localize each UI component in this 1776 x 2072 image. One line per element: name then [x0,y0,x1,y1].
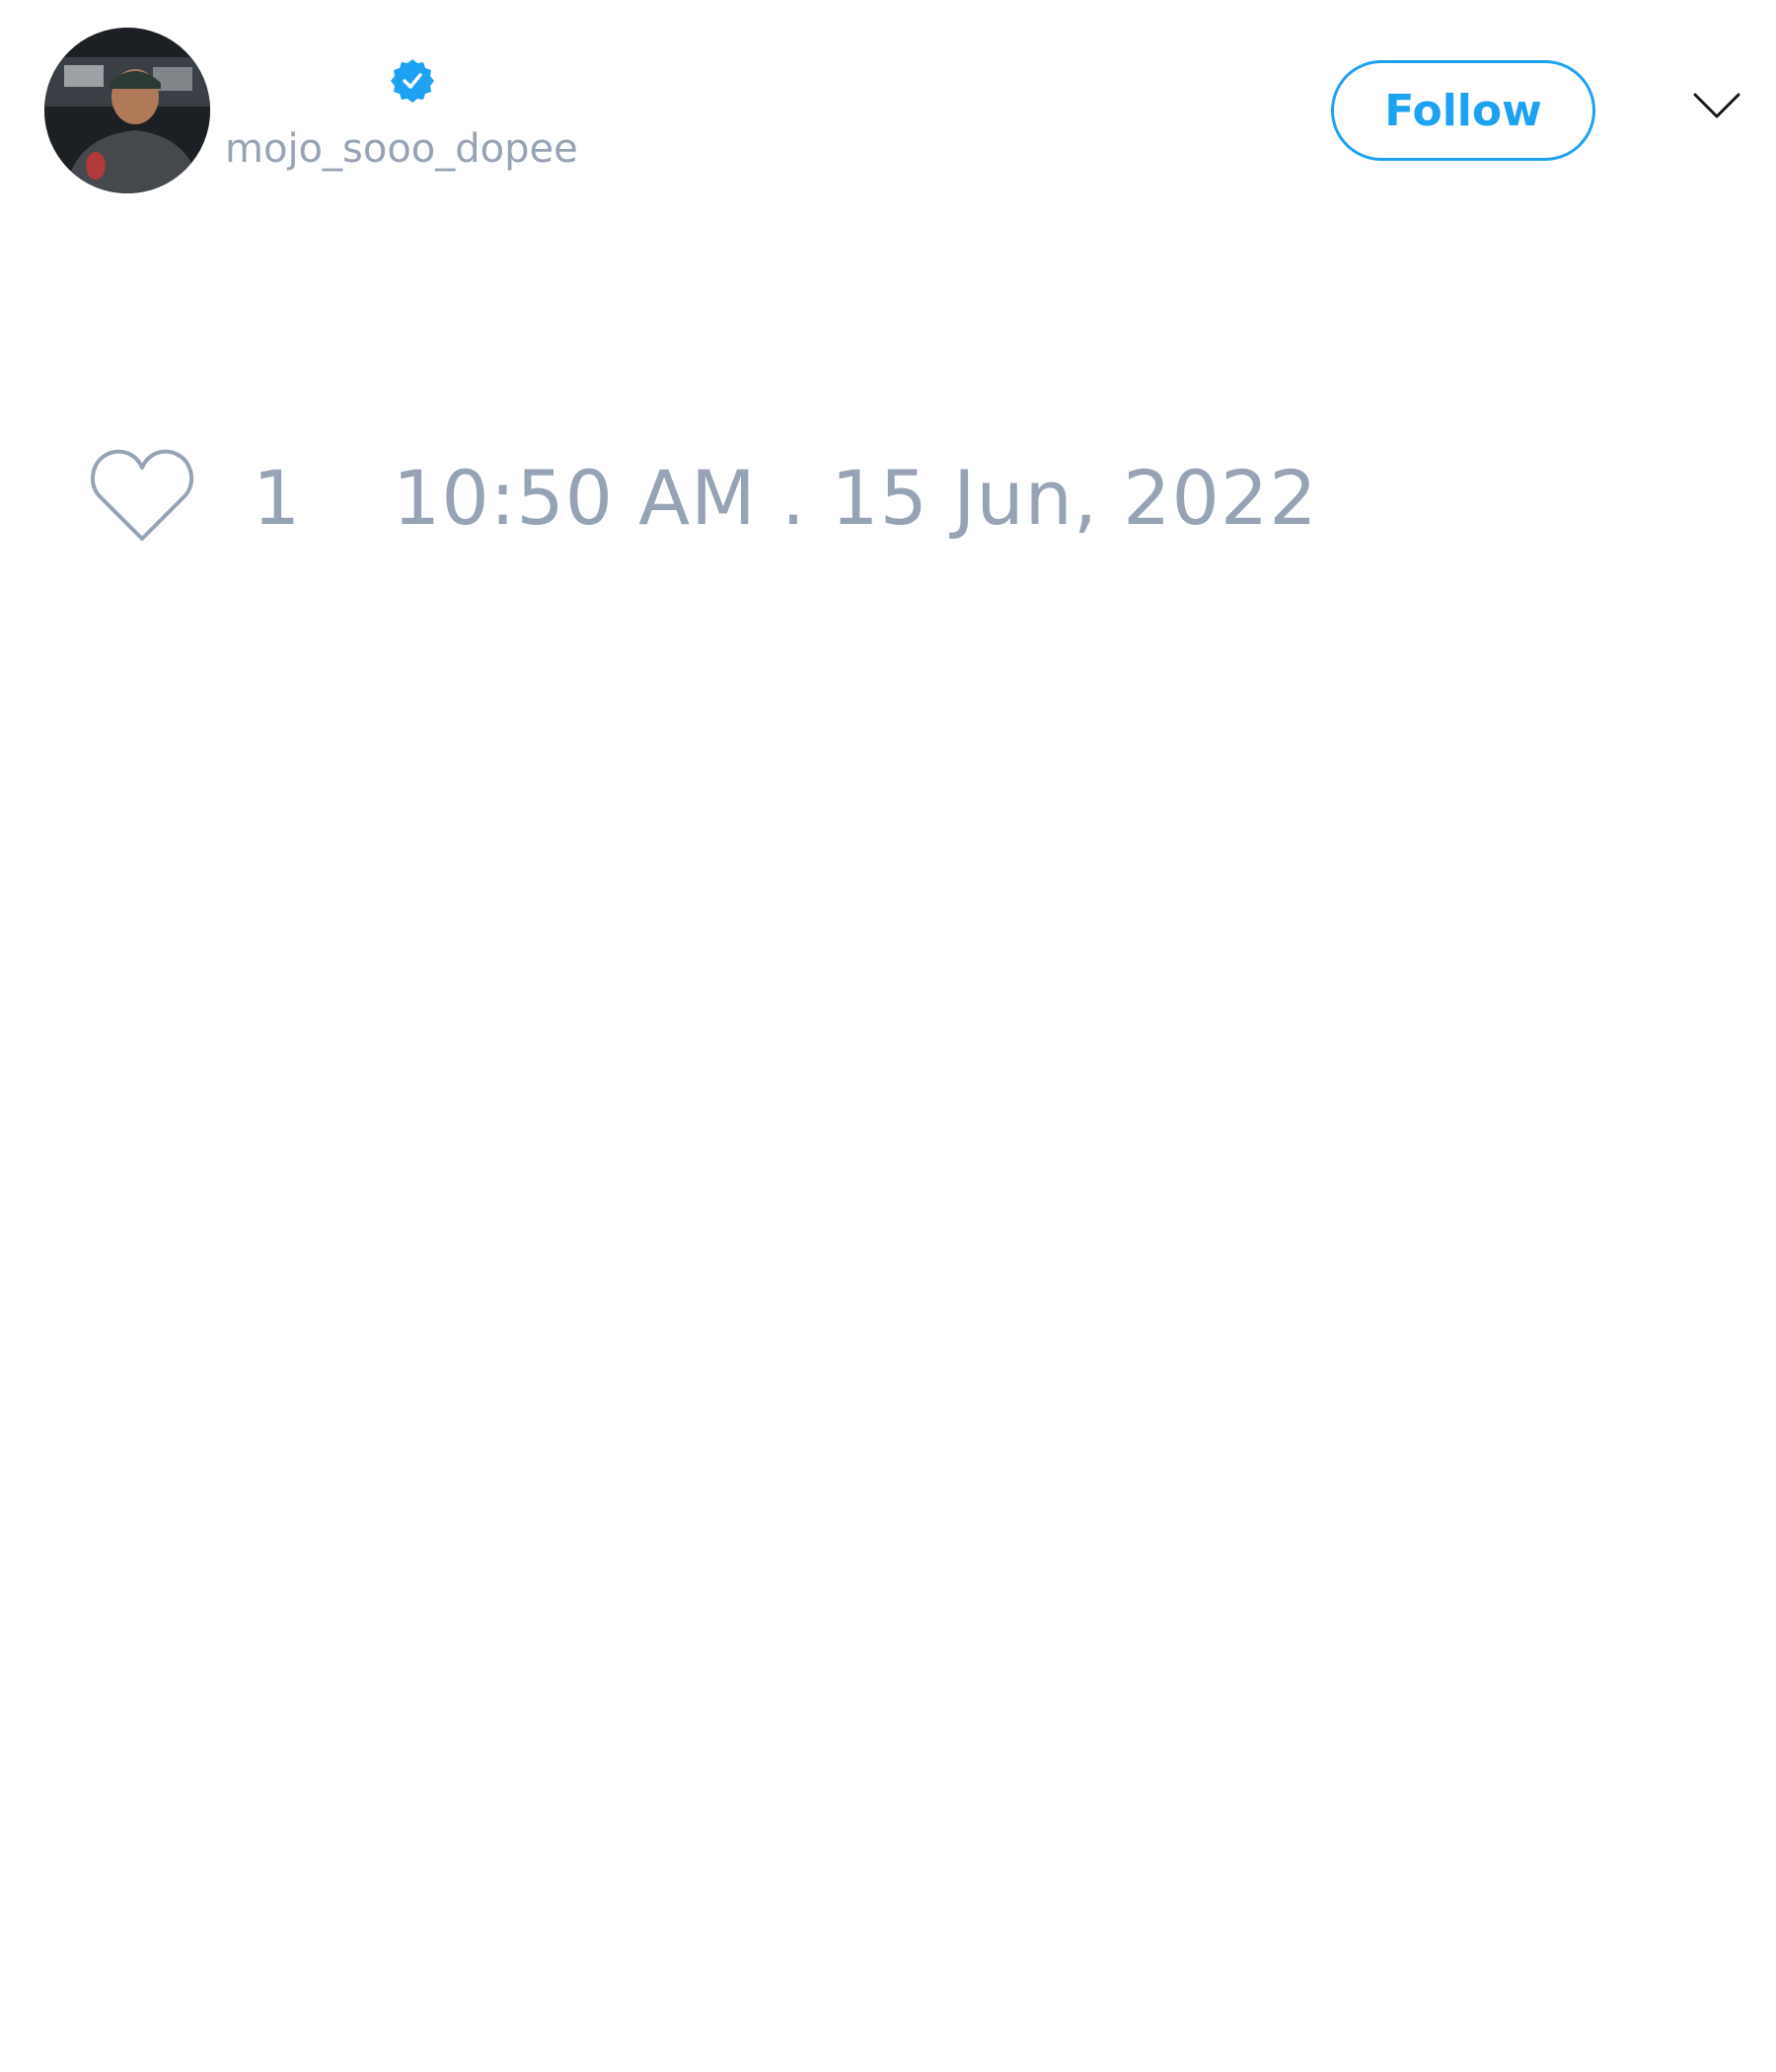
avatar-photo [44,28,210,193]
like-count: 1 [253,454,301,542]
tweet-card: mojo_sooo_dopee Follow 1 10:50 AM . 15 J… [0,0,1776,2072]
tweet-timestamp[interactable]: 10:50 AM . 15 Jun, 2022 [393,456,1318,541]
heart-icon[interactable] [89,446,195,543]
follow-button[interactable]: Follow [1331,60,1595,161]
verified-badge-icon [391,59,434,103]
author-handle[interactable]: mojo_sooo_dopee [225,124,578,174]
chevron-down-icon[interactable] [1692,89,1741,124]
avatar[interactable] [44,28,210,193]
